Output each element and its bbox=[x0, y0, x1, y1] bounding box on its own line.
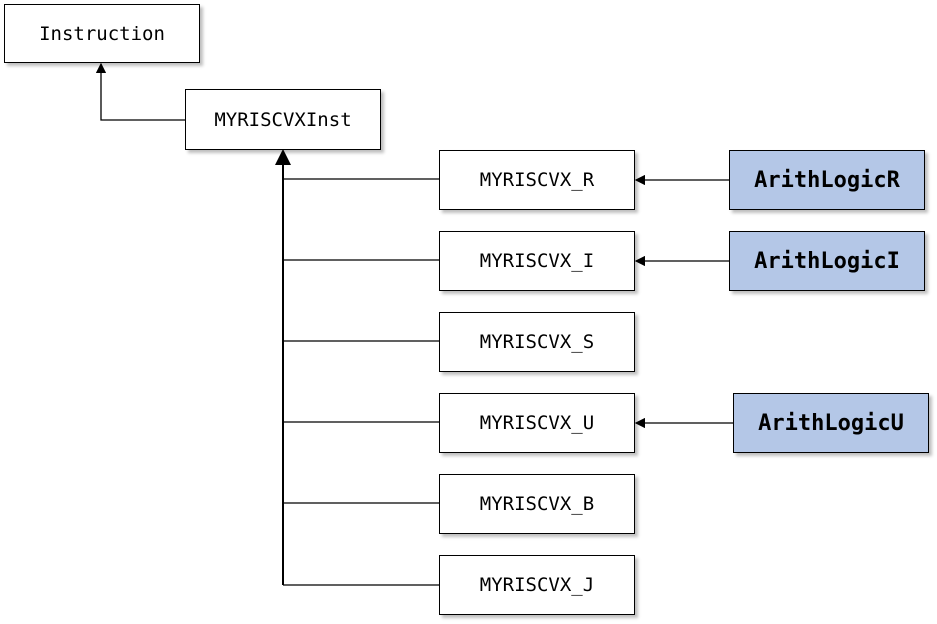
node-instruction: Instruction bbox=[4, 4, 200, 63]
node-label: ArithLogicI bbox=[754, 248, 900, 274]
node-label: MYRISCVX_J bbox=[479, 574, 595, 596]
node-myriscvx-s: MYRISCVX_S bbox=[439, 312, 635, 372]
node-label: MYRISCVX_R bbox=[479, 169, 595, 191]
node-label: MYRISCVX_I bbox=[479, 250, 595, 272]
node-arith-logic-u: ArithLogicU bbox=[733, 393, 929, 453]
node-myriscvx-j: MYRISCVX_J bbox=[439, 555, 635, 615]
node-arith-logic-i: ArithLogicI bbox=[729, 231, 925, 291]
node-label: ArithLogicU bbox=[758, 410, 904, 436]
node-myriscvx-b: MYRISCVX_B bbox=[439, 474, 635, 534]
edge-inst-to-instruction bbox=[95, 62, 185, 121]
node-label: MYRISCVX_S bbox=[479, 331, 595, 353]
node-label: ArithLogicR bbox=[754, 167, 900, 193]
node-label: MYRISCVXInst bbox=[214, 108, 352, 131]
node-label: Instruction bbox=[39, 22, 165, 45]
node-myriscvx-r: MYRISCVX_R bbox=[439, 150, 635, 210]
node-myriscvx-i: MYRISCVX_I bbox=[439, 231, 635, 291]
node-myriscvx-u: MYRISCVX_U bbox=[439, 393, 635, 453]
node-label: MYRISCVX_U bbox=[479, 412, 595, 434]
node-myriscvx-inst: MYRISCVXInst bbox=[185, 89, 381, 150]
node-label: MYRISCVX_B bbox=[479, 493, 595, 515]
node-arith-logic-r: ArithLogicR bbox=[729, 150, 925, 210]
